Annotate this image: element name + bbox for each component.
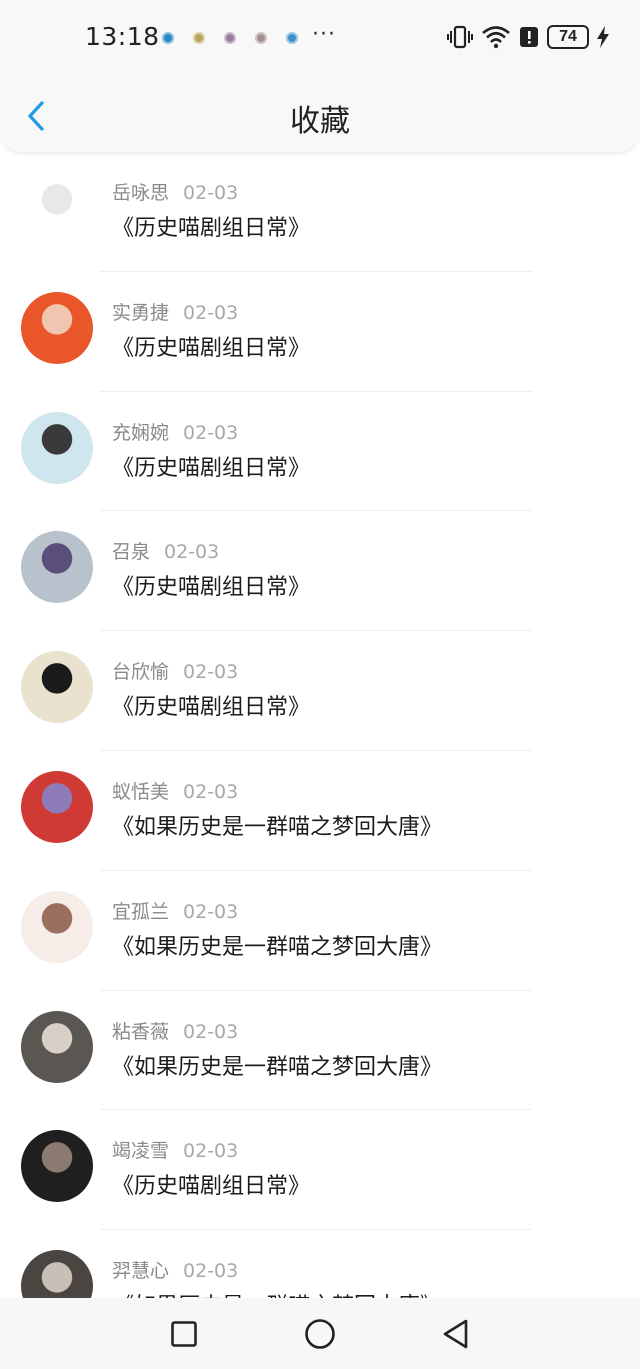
alert-icon <box>520 27 538 47</box>
date: 02-03 <box>183 301 239 324</box>
username: 宜孤兰 <box>112 900 170 923</box>
more-notifications-icon: ··· <box>312 22 336 47</box>
item-meta: 台欣愉 02-03 <box>112 657 238 684</box>
date: 02-03 <box>183 1020 239 1043</box>
favorite-item[interactable]: 实勇捷 02-03 《历史喵剧组日常》 <box>0 272 640 392</box>
notification-app-icon <box>224 32 236 44</box>
item-title: 《如果历史是一群喵之梦回大唐》 <box>112 814 443 840</box>
item-meta: 宜孤兰 02-03 <box>112 897 238 924</box>
circle-icon <box>305 1319 335 1349</box>
avatar[interactable] <box>21 770 93 843</box>
notification-app-icon <box>255 32 267 44</box>
vibrate-icon <box>447 25 473 49</box>
favorite-item[interactable]: 粘香薇 02-03 《如果历史是一群喵之梦回大唐》 <box>0 991 640 1111</box>
avatar[interactable] <box>21 172 93 244</box>
avatar[interactable] <box>21 1010 93 1083</box>
item-title: 《历史喵剧组日常》 <box>112 216 311 241</box>
item-meta: 岳咏思 02-03 <box>112 178 238 205</box>
avatar[interactable] <box>21 531 93 604</box>
favorites-list: 岳咏思 02-03 《历史喵剧组日常》 实勇捷 02-03 《历史喵剧组日常》 充娴婉 02-… <box>0 152 640 1350</box>
username: 台欣愉 <box>112 661 170 684</box>
avatar[interactable] <box>21 651 93 724</box>
username: 召泉 <box>112 541 151 564</box>
favorite-item[interactable]: 召泉 02-03 《历史喵剧组日常》 <box>0 511 640 632</box>
date: 02-03 <box>183 182 239 204</box>
username: 竭凌雪 <box>112 1140 170 1163</box>
item-meta: 充娴婉 02-03 <box>112 418 238 445</box>
favorite-item[interactable]: 台欣愉 02-03 《历史喵剧组日常》 <box>0 631 640 751</box>
notification-app-icon <box>193 32 205 44</box>
back-nav-button[interactable] <box>438 1316 474 1352</box>
avatar[interactable] <box>21 1130 93 1203</box>
page-title: 收藏 <box>290 104 350 139</box>
avatar[interactable] <box>21 291 93 364</box>
favorite-item[interactable]: 宜孤兰 02-03 《如果历史是一群喵之梦回大唐》 <box>0 871 640 991</box>
avatar[interactable] <box>21 411 93 484</box>
item-meta: 实勇捷 02-03 <box>112 298 238 325</box>
system-icons: 74 <box>446 24 610 50</box>
username: 羿慧心 <box>112 1260 170 1283</box>
date: 02-03 <box>183 1260 239 1283</box>
favorite-item[interactable]: 蚁恬美 02-03 《如果历史是一群喵之梦回大唐》 <box>0 751 640 871</box>
item-meta: 粘香薇 02-03 <box>112 1017 238 1044</box>
item-meta: 竭凌雪 02-03 <box>112 1136 238 1163</box>
battery-icon: 74 <box>547 25 589 49</box>
username: 岳咏思 <box>112 182 170 204</box>
header: 13:18 ··· 74 收藏 <box>0 0 640 152</box>
home-button[interactable] <box>302 1316 338 1352</box>
item-title: 《历史喵剧组日常》 <box>112 575 311 601</box>
title-bar: 收藏 <box>0 76 640 152</box>
item-meta: 召泉 02-03 <box>112 537 219 564</box>
recent-apps-button[interactable] <box>166 1316 202 1352</box>
item-title: 《如果历史是一群喵之梦回大唐》 <box>112 1054 443 1080</box>
item-title: 《历史喵剧组日常》 <box>112 695 311 721</box>
item-title: 《历史喵剧组日常》 <box>112 1174 311 1200</box>
date: 02-03 <box>183 1140 239 1163</box>
item-meta: 蚁恬美 02-03 <box>112 777 238 804</box>
favorite-item[interactable]: 竭凌雪 02-03 《历史喵剧组日常》 <box>0 1110 640 1231</box>
status-time: 13:18 <box>85 22 160 51</box>
favorite-item[interactable]: 岳咏思 02-03 《历史喵剧组日常》 <box>0 152 640 272</box>
item-title: 《如果历史是一群喵之梦回大唐》 <box>112 934 443 960</box>
wifi-icon <box>482 26 510 49</box>
username: 蚁恬美 <box>112 780 170 803</box>
date: 02-03 <box>183 421 239 444</box>
date: 02-03 <box>183 900 239 923</box>
date: 02-03 <box>164 541 220 564</box>
notification-app-icon <box>162 32 174 44</box>
charging-icon <box>597 26 609 48</box>
system-navigation-bar <box>0 1298 640 1369</box>
date: 02-03 <box>183 661 239 684</box>
username: 粘香薇 <box>112 1020 170 1043</box>
favorite-item[interactable]: 充娴婉 02-03 《历史喵剧组日常》 <box>0 392 640 512</box>
avatar[interactable] <box>21 890 93 963</box>
date: 02-03 <box>183 780 239 803</box>
notification-app-icon <box>286 32 298 44</box>
item-title: 《历史喵剧组日常》 <box>112 335 311 361</box>
item-meta: 羿慧心 02-03 <box>112 1256 238 1283</box>
triangle-back-icon <box>443 1319 468 1349</box>
username: 实勇捷 <box>112 301 170 324</box>
item-title: 《历史喵剧组日常》 <box>112 455 311 481</box>
username: 充娴婉 <box>112 421 170 444</box>
status-bar: 13:18 ··· 74 <box>0 0 640 76</box>
square-icon <box>171 1321 197 1347</box>
notification-icons <box>162 32 298 44</box>
